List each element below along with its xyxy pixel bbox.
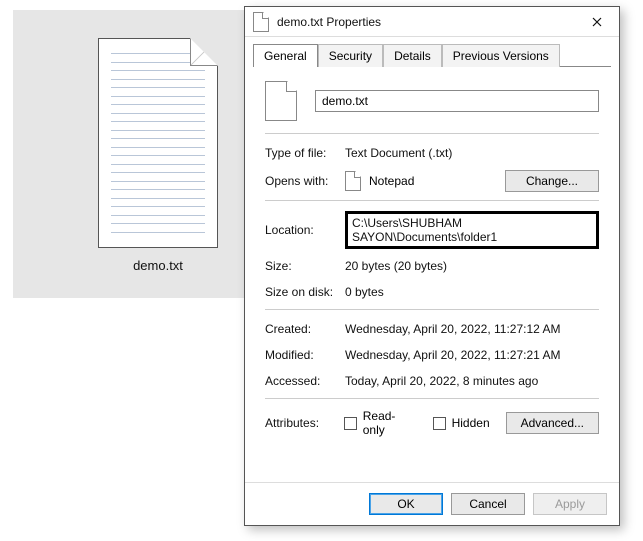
file-item[interactable]: demo.txt bbox=[93, 38, 223, 273]
checkbox-box-icon bbox=[344, 417, 357, 430]
titlebar[interactable]: demo.txt Properties bbox=[245, 7, 619, 37]
dialog-title: demo.txt Properties bbox=[277, 15, 575, 29]
size-on-disk-label: Size on disk: bbox=[265, 285, 345, 299]
checkbox-box-icon bbox=[433, 417, 446, 430]
advanced-button[interactable]: Advanced... bbox=[506, 412, 599, 434]
type-of-file-value: Text Document (.txt) bbox=[345, 146, 599, 160]
cancel-button[interactable]: Cancel bbox=[451, 493, 525, 515]
size-on-disk-value: 0 bytes bbox=[345, 285, 599, 299]
opens-with-label: Opens with: bbox=[265, 174, 345, 188]
created-value: Wednesday, April 20, 2022, 11:27:12 AM bbox=[345, 322, 599, 336]
close-icon bbox=[592, 17, 602, 27]
accessed-label: Accessed: bbox=[265, 374, 345, 388]
change-button[interactable]: Change... bbox=[505, 170, 599, 192]
dialog-footer: OK Cancel Apply bbox=[245, 482, 619, 525]
tab-security[interactable]: Security bbox=[318, 44, 383, 67]
tab-details[interactable]: Details bbox=[383, 44, 442, 67]
file-label[interactable]: demo.txt bbox=[93, 258, 223, 273]
opens-with-value: Notepad bbox=[369, 174, 414, 188]
modified-label: Modified: bbox=[265, 348, 345, 362]
apply-button[interactable]: Apply bbox=[533, 493, 607, 515]
readonly-checkbox[interactable]: Read-only bbox=[344, 409, 417, 437]
size-value: 20 bytes (20 bytes) bbox=[345, 259, 599, 273]
type-of-file-label: Type of file: bbox=[265, 146, 345, 160]
tab-previous-versions[interactable]: Previous Versions bbox=[442, 44, 560, 67]
file-type-icon bbox=[265, 81, 297, 121]
modified-value: Wednesday, April 20, 2022, 11:27:21 AM bbox=[345, 348, 599, 362]
properties-dialog: demo.txt Properties General Security Det… bbox=[244, 6, 620, 526]
titlebar-file-icon bbox=[253, 12, 269, 32]
close-button[interactable] bbox=[575, 7, 619, 37]
created-label: Created: bbox=[265, 322, 345, 336]
location-value: C:\Users\SHUBHAM SAYON\Documents\folder1 bbox=[345, 211, 599, 249]
accessed-value: Today, April 20, 2022, 8 minutes ago bbox=[345, 374, 599, 388]
attributes-label: Attributes: bbox=[265, 416, 344, 430]
notepad-icon bbox=[345, 171, 361, 191]
readonly-label: Read-only bbox=[363, 409, 417, 437]
hidden-label: Hidden bbox=[452, 416, 490, 430]
ok-button[interactable]: OK bbox=[369, 493, 443, 515]
tab-panel: Type of file: Text Document (.txt) Opens… bbox=[253, 66, 611, 482]
size-label: Size: bbox=[265, 259, 345, 273]
text-file-icon bbox=[98, 38, 218, 248]
hidden-checkbox[interactable]: Hidden bbox=[433, 416, 490, 430]
filename-input[interactable] bbox=[315, 90, 599, 112]
tabstrip: General Security Details Previous Versio… bbox=[245, 37, 619, 66]
tab-general[interactable]: General bbox=[253, 44, 318, 67]
location-label: Location: bbox=[265, 223, 345, 237]
